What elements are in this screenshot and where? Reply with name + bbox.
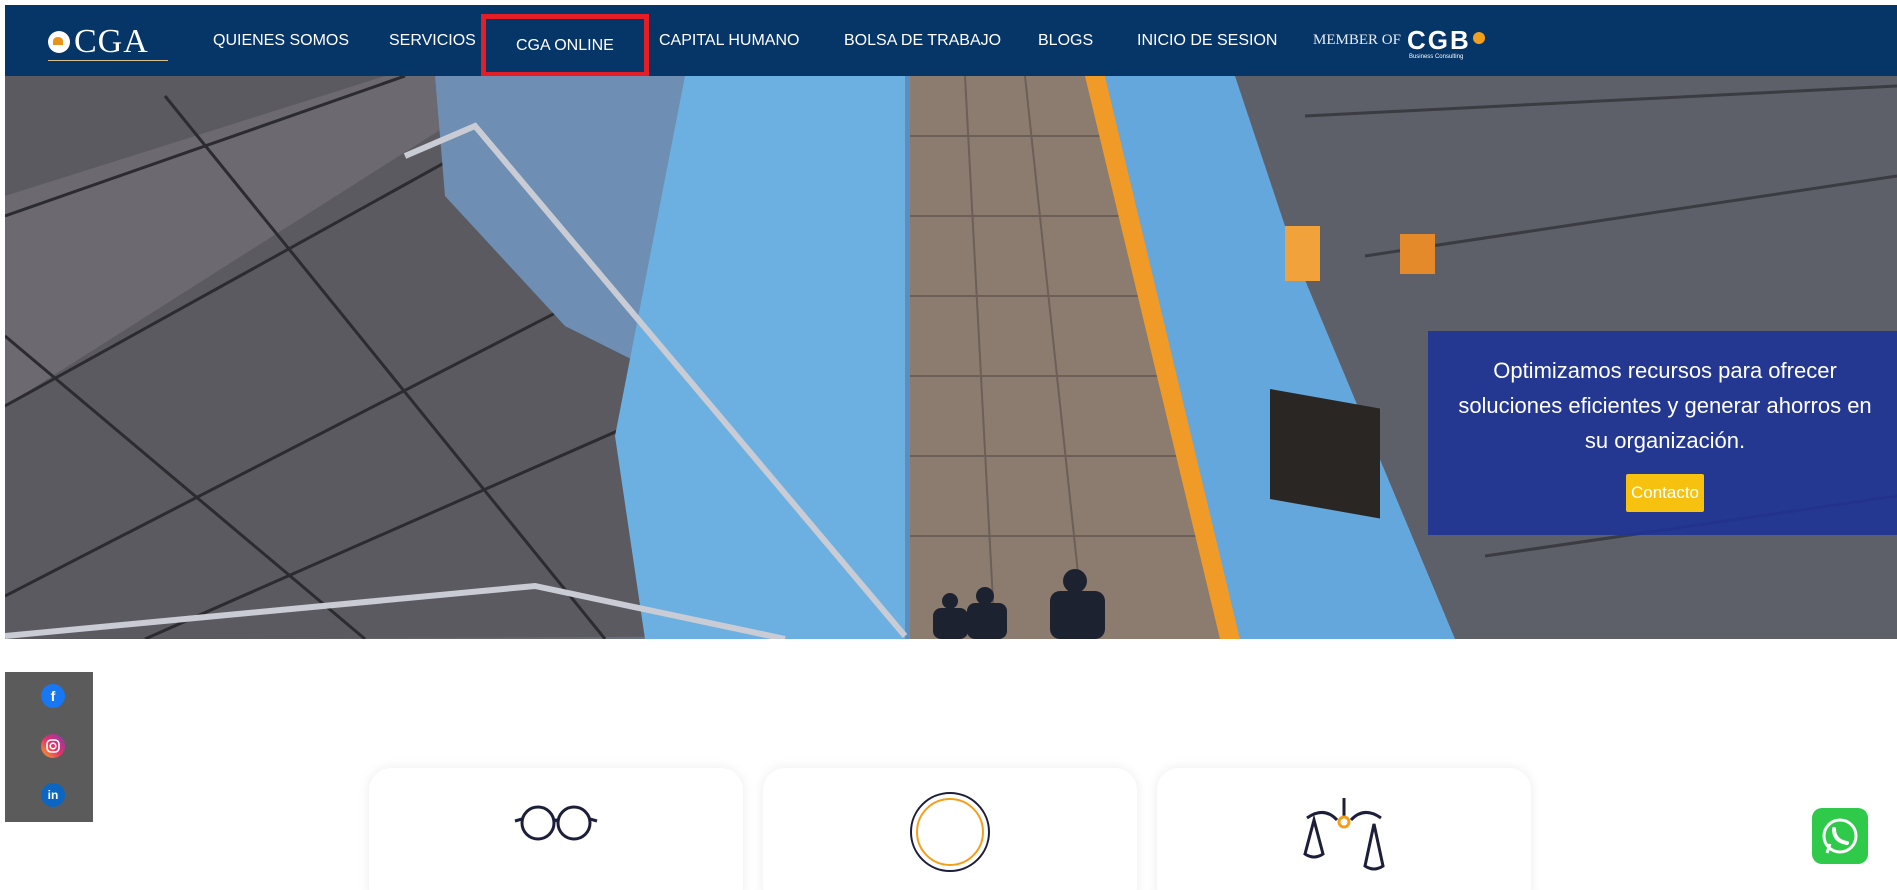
whatsapp-button[interactable] (1812, 808, 1868, 864)
social-sidebar: f in (5, 672, 93, 822)
service-card[interactable] (763, 768, 1137, 890)
instagram-glyph (46, 739, 60, 753)
promo-text: Optimizamos recursos para ofrecer soluci… (1458, 358, 1872, 453)
nav-quienes-somos[interactable]: QUIENES SOMOS (213, 27, 349, 55)
service-card[interactable] (369, 768, 743, 890)
cga-logo[interactable]: CGA (48, 23, 168, 61)
promo-panel: Optimizamos recursos para ofrecer soluci… (1428, 331, 1897, 535)
linkedin-icon[interactable]: in (41, 783, 65, 807)
top-navbar: CGA QUIENES SOMOS SERVICIOS CGA ONLINE C… (5, 5, 1897, 77)
logo-text: CGA (74, 23, 149, 60)
nav-inicio-de-sesion[interactable]: INICIO DE SESION (1137, 27, 1277, 55)
nav-blogs[interactable]: BLOGS (1038, 27, 1093, 55)
member-of-cgb[interactable]: MEMBER OF CGB Business Consulting (1313, 23, 1485, 60)
facebook-icon[interactable]: f (41, 684, 65, 708)
nav-bolsa-de-trabajo[interactable]: BOLSA DE TRABAJO (844, 27, 1001, 55)
cgb-tagline: Business Consulting (1408, 54, 1464, 60)
scales-icon (1303, 798, 1385, 871)
nav-servicios[interactable]: SERVICIOS (389, 27, 476, 55)
member-label: MEMBER OF (1313, 31, 1401, 48)
glasses-icon (514, 805, 598, 841)
cgb-logo-text: CGB (1406, 25, 1471, 55)
nav-cga-online[interactable]: CGA ONLINE (481, 14, 649, 77)
whatsapp-icon (1822, 818, 1858, 854)
logo-underline (48, 60, 168, 61)
instagram-icon[interactable] (41, 734, 65, 758)
cgb-logo: CGB Business Consulting (1406, 25, 1471, 60)
service-card[interactable] (1157, 768, 1531, 890)
logo-mark-icon (48, 31, 70, 53)
circle-icon (910, 792, 990, 872)
cgb-dot-icon (1472, 32, 1485, 44)
nav-capital-humano[interactable]: CAPITAL HUMANO (659, 27, 799, 55)
hero-banner: Optimizamos recursos para ofrecer soluci… (5, 76, 1897, 639)
contacto-button[interactable]: Contacto (1625, 474, 1705, 512)
